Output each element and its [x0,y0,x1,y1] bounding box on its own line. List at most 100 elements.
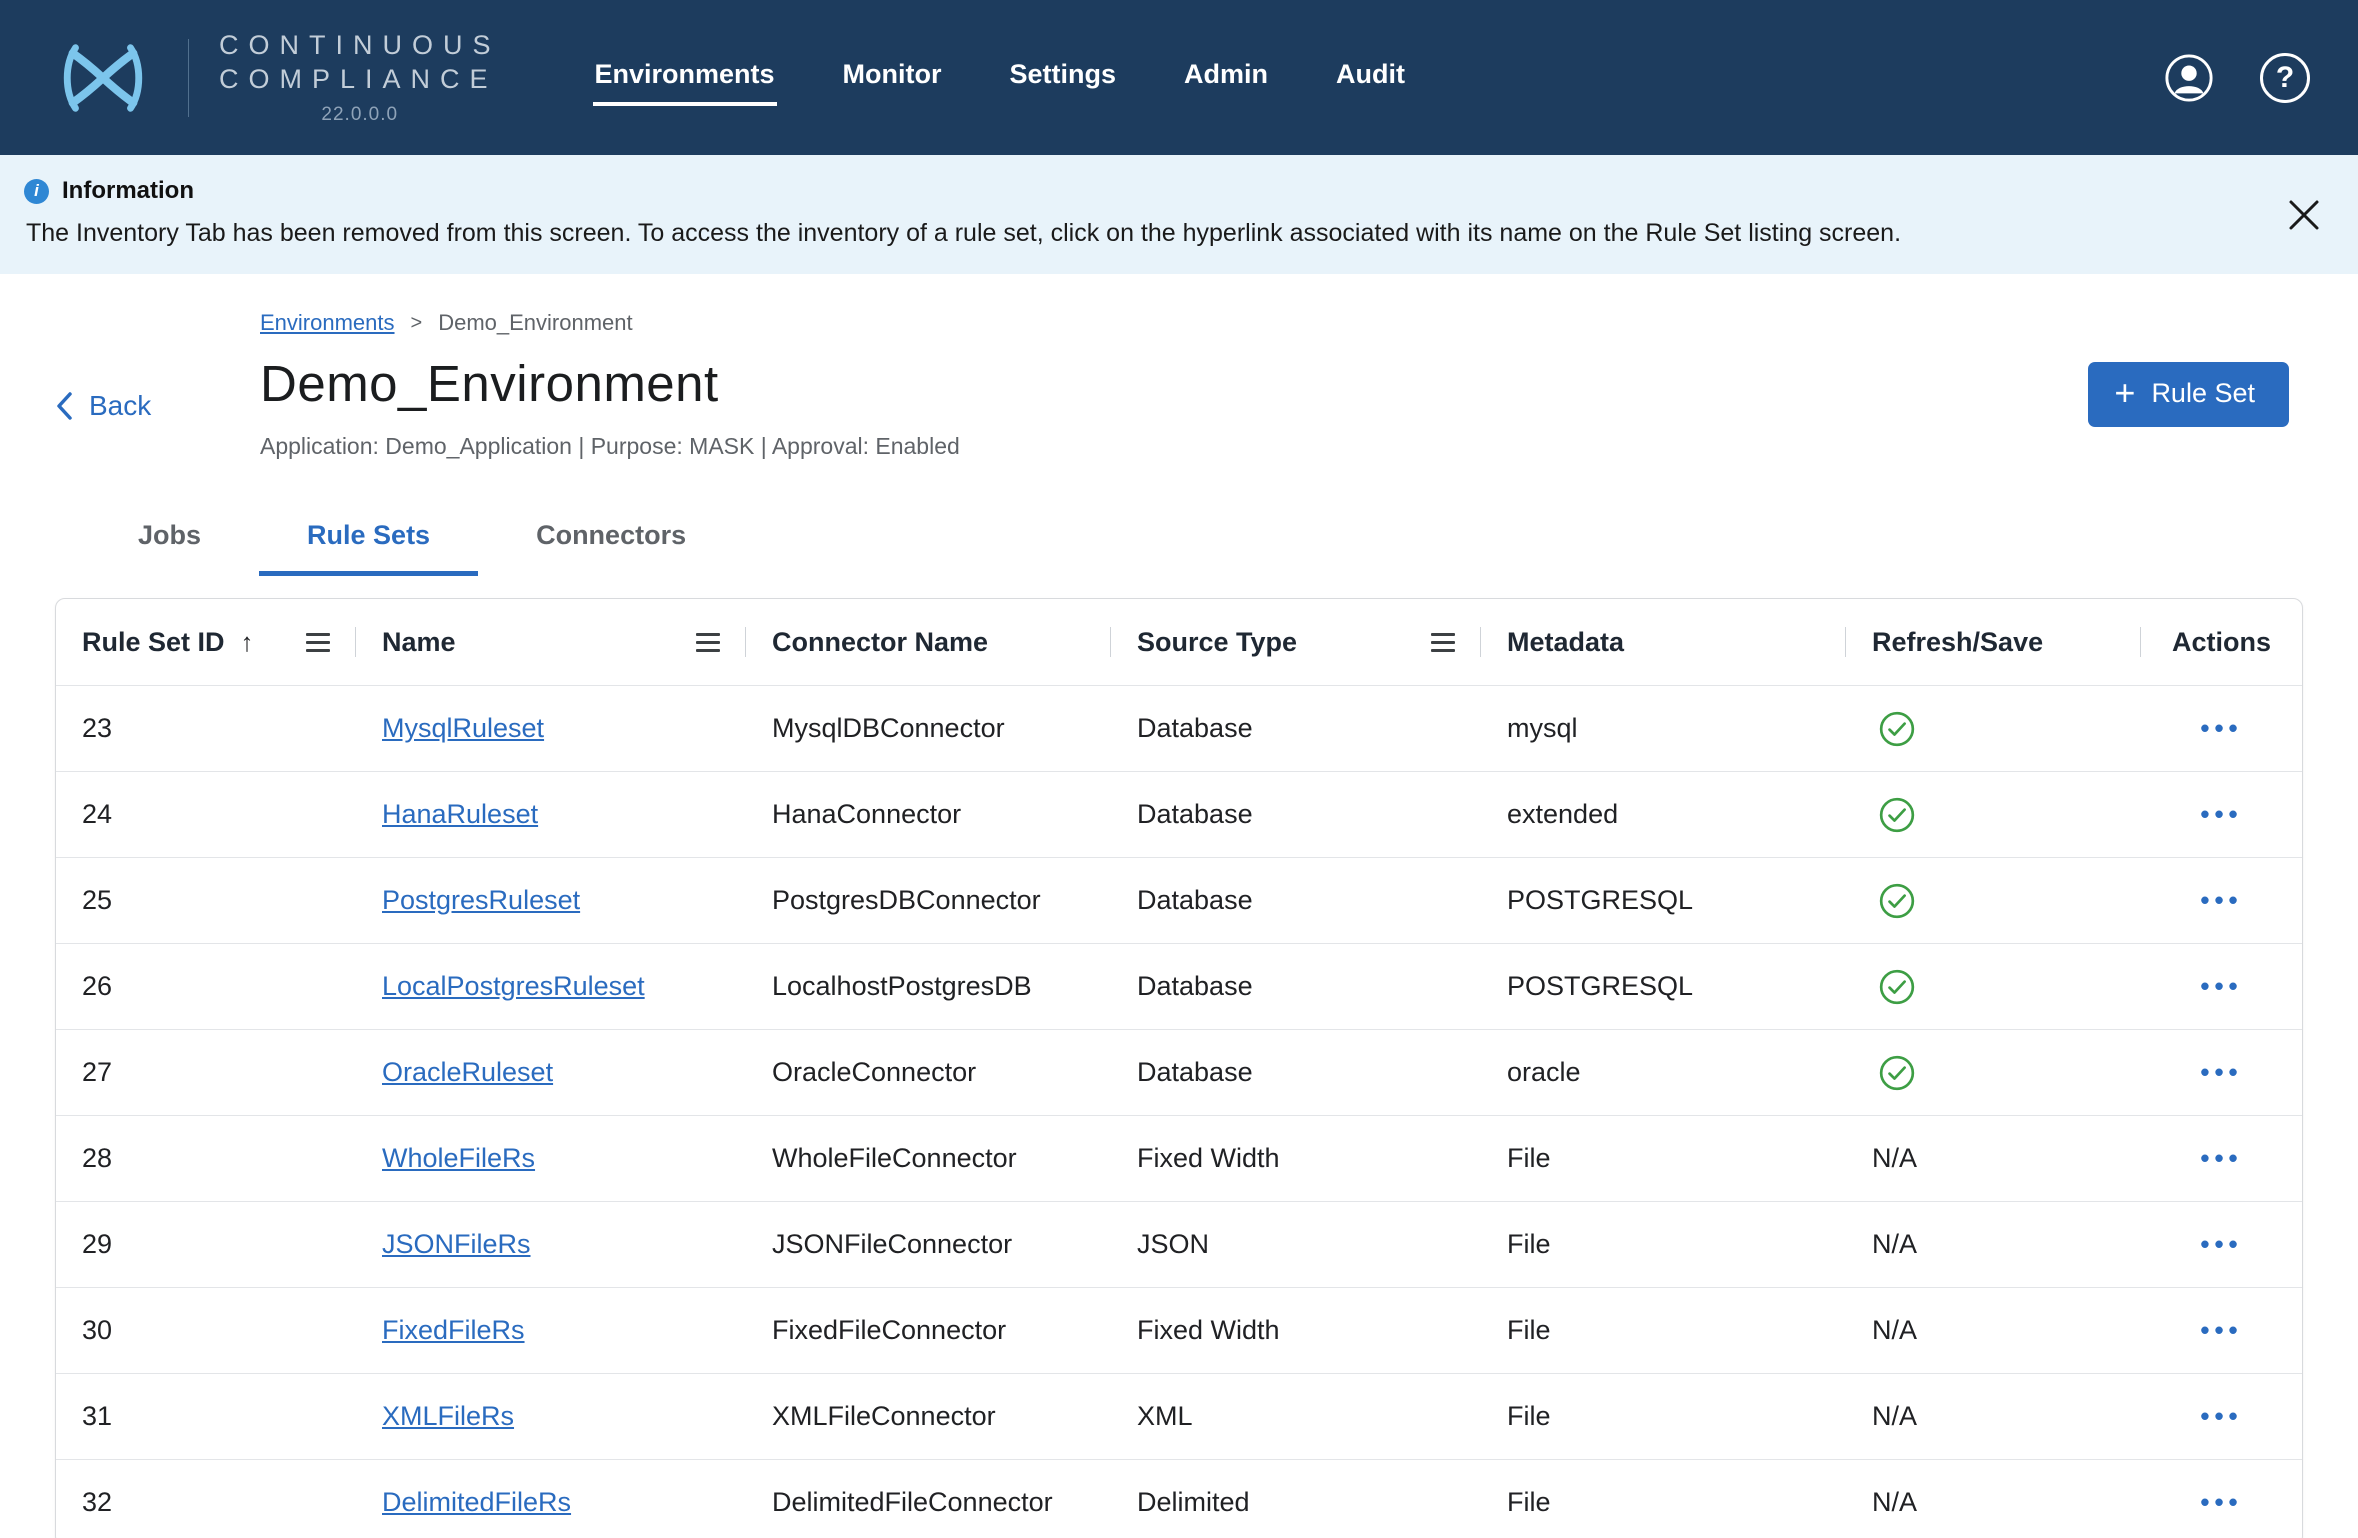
nav-item-admin[interactable]: Admin [1182,49,1270,106]
breadcrumb-separator: > [411,312,423,335]
rule-set-id-cell: 23 [56,713,356,744]
column-label: Source Type [1137,627,1297,658]
actions-cell: ••• [2141,713,2302,744]
source-type-cell: JSON [1111,1229,1481,1260]
tab-connectors[interactable]: Connectors [488,506,734,576]
column-menu-icon[interactable] [1431,629,1455,656]
tab-rule-sets[interactable]: Rule Sets [259,506,478,576]
column-menu-icon[interactable] [306,629,330,656]
column-label: Actions [2172,627,2271,658]
rule-set-id-cell: 29 [56,1229,356,1260]
user-avatar-icon[interactable] [2164,53,2214,103]
add-rule-set-button[interactable]: + Rule Set [2088,362,2289,427]
rule-set-id-cell: 30 [56,1315,356,1346]
sort-asc-icon[interactable]: ↑ [241,627,254,658]
rule-set-name-link[interactable]: HanaRuleset [382,799,538,829]
source-type-cell: Database [1111,971,1481,1002]
column-label: Metadata [1507,627,1624,658]
row-actions-icon[interactable]: ••• [2200,885,2242,915]
rule-set-name-link[interactable]: OracleRuleset [382,1057,553,1087]
metadata-cell: POSTGRESQL [1481,885,1846,916]
source-type-cell: Fixed Width [1111,1315,1481,1346]
row-actions-icon[interactable]: ••• [2200,1057,2242,1087]
actions-cell: ••• [2141,971,2302,1002]
name-cell: PostgresRuleset [356,885,746,916]
column-menu-icon[interactable] [696,629,720,656]
help-icon[interactable]: ? [2260,53,2310,103]
row-actions-icon[interactable]: ••• [2200,1315,2242,1345]
info-icon: i [24,179,49,204]
column-header-connector-name[interactable]: Connector Name [746,599,1111,685]
app-version: 22.0.0.0 [219,104,501,126]
refresh-success-icon [1878,882,1916,920]
refresh-save-cell [1846,882,2141,920]
table-row: 28 WholeFileRs WholeFileConnector Fixed … [56,1115,2302,1201]
column-header-metadata[interactable]: Metadata [1481,599,1846,685]
column-header-name[interactable]: Name [356,599,746,685]
name-cell: FixedFileRs [356,1315,746,1346]
rule-set-name-link[interactable]: JSONFileRs [382,1229,531,1259]
refresh-save-cell [1846,710,2141,748]
nav-item-monitor[interactable]: Monitor [841,49,944,106]
page-subtitle: Application: Demo_Application | Purpose:… [260,433,2088,460]
banner-close-icon[interactable] [2282,193,2326,237]
row-actions-icon[interactable]: ••• [2200,713,2242,743]
name-cell: DelimitedFileRs [356,1487,746,1518]
chevron-left-icon [55,391,73,421]
page-title: Demo_Environment [260,354,2088,413]
rule-set-name-link[interactable]: FixedFileRs [382,1315,525,1345]
column-header-refresh-save[interactable]: Refresh/Save [1846,599,2141,685]
name-cell: XMLFileRs [356,1401,746,1432]
table-row: 30 FixedFileRs FixedFileConnector Fixed … [56,1287,2302,1373]
row-actions-icon[interactable]: ••• [2200,1229,2242,1259]
actions-cell: ••• [2141,1315,2302,1346]
name-cell: MysqlRuleset [356,713,746,744]
breadcrumb-environments-link[interactable]: Environments [260,310,395,336]
nav-item-environments[interactable]: Environments [593,49,777,106]
rule-set-name-link[interactable]: LocalPostgresRuleset [382,971,645,1001]
actions-cell: ••• [2141,1057,2302,1088]
refresh-success-icon [1878,968,1916,1006]
table-body: 23 MysqlRuleset MysqlDBConnector Databas… [56,685,2302,1538]
back-button[interactable]: Back [55,390,151,422]
row-actions-icon[interactable]: ••• [2200,971,2242,1001]
refresh-na-text: N/A [1872,1315,1917,1345]
row-actions-icon[interactable]: ••• [2200,1401,2242,1431]
nav-item-settings[interactable]: Settings [1008,49,1119,106]
table-row: 27 OracleRuleset OracleConnector Databas… [56,1029,2302,1115]
breadcrumb-current: Demo_Environment [438,310,632,336]
source-type-cell: Database [1111,1057,1481,1088]
detail-tabs: Jobs Rule Sets Connectors [0,460,2358,576]
nav-item-audit[interactable]: Audit [1334,49,1407,106]
metadata-cell: oracle [1481,1057,1846,1088]
column-header-rule-set-id[interactable]: Rule Set ID ↑ [56,599,356,685]
row-actions-icon[interactable]: ••• [2200,799,2242,829]
actions-cell: ••• [2141,1143,2302,1174]
table-row: 24 HanaRuleset HanaConnector Database ex… [56,771,2302,857]
rule-set-name-link[interactable]: XMLFileRs [382,1401,514,1431]
logo-divider [188,39,189,117]
brand-line-1: CONTINUOUS [219,29,501,63]
delphix-logo-icon [48,34,158,122]
connector-name-cell: WholeFileConnector [746,1143,1111,1174]
back-label: Back [89,390,151,422]
column-label: Rule Set ID [82,627,225,658]
column-label: Connector Name [772,627,988,658]
brand-line-2: COMPLIANCE [219,63,501,97]
breadcrumb: Environments > Demo_Environment [260,310,2088,336]
column-header-source-type[interactable]: Source Type [1111,599,1481,685]
tab-jobs[interactable]: Jobs [90,506,249,576]
refresh-save-cell: N/A [1846,1143,2141,1174]
refresh-success-icon [1878,796,1916,834]
rule-set-name-link[interactable]: WholeFileRs [382,1143,535,1173]
name-cell: OracleRuleset [356,1057,746,1088]
row-actions-icon[interactable]: ••• [2200,1143,2242,1173]
name-cell: HanaRuleset [356,799,746,830]
row-actions-icon[interactable]: ••• [2200,1487,2242,1517]
table-row: 26 LocalPostgresRuleset LocalhostPostgre… [56,943,2302,1029]
rule-set-name-link[interactable]: DelimitedFileRs [382,1487,571,1517]
rule-set-name-link[interactable]: PostgresRuleset [382,885,580,915]
refresh-save-cell [1846,968,2141,1006]
rule-set-id-cell: 32 [56,1487,356,1518]
rule-set-name-link[interactable]: MysqlRuleset [382,713,544,743]
